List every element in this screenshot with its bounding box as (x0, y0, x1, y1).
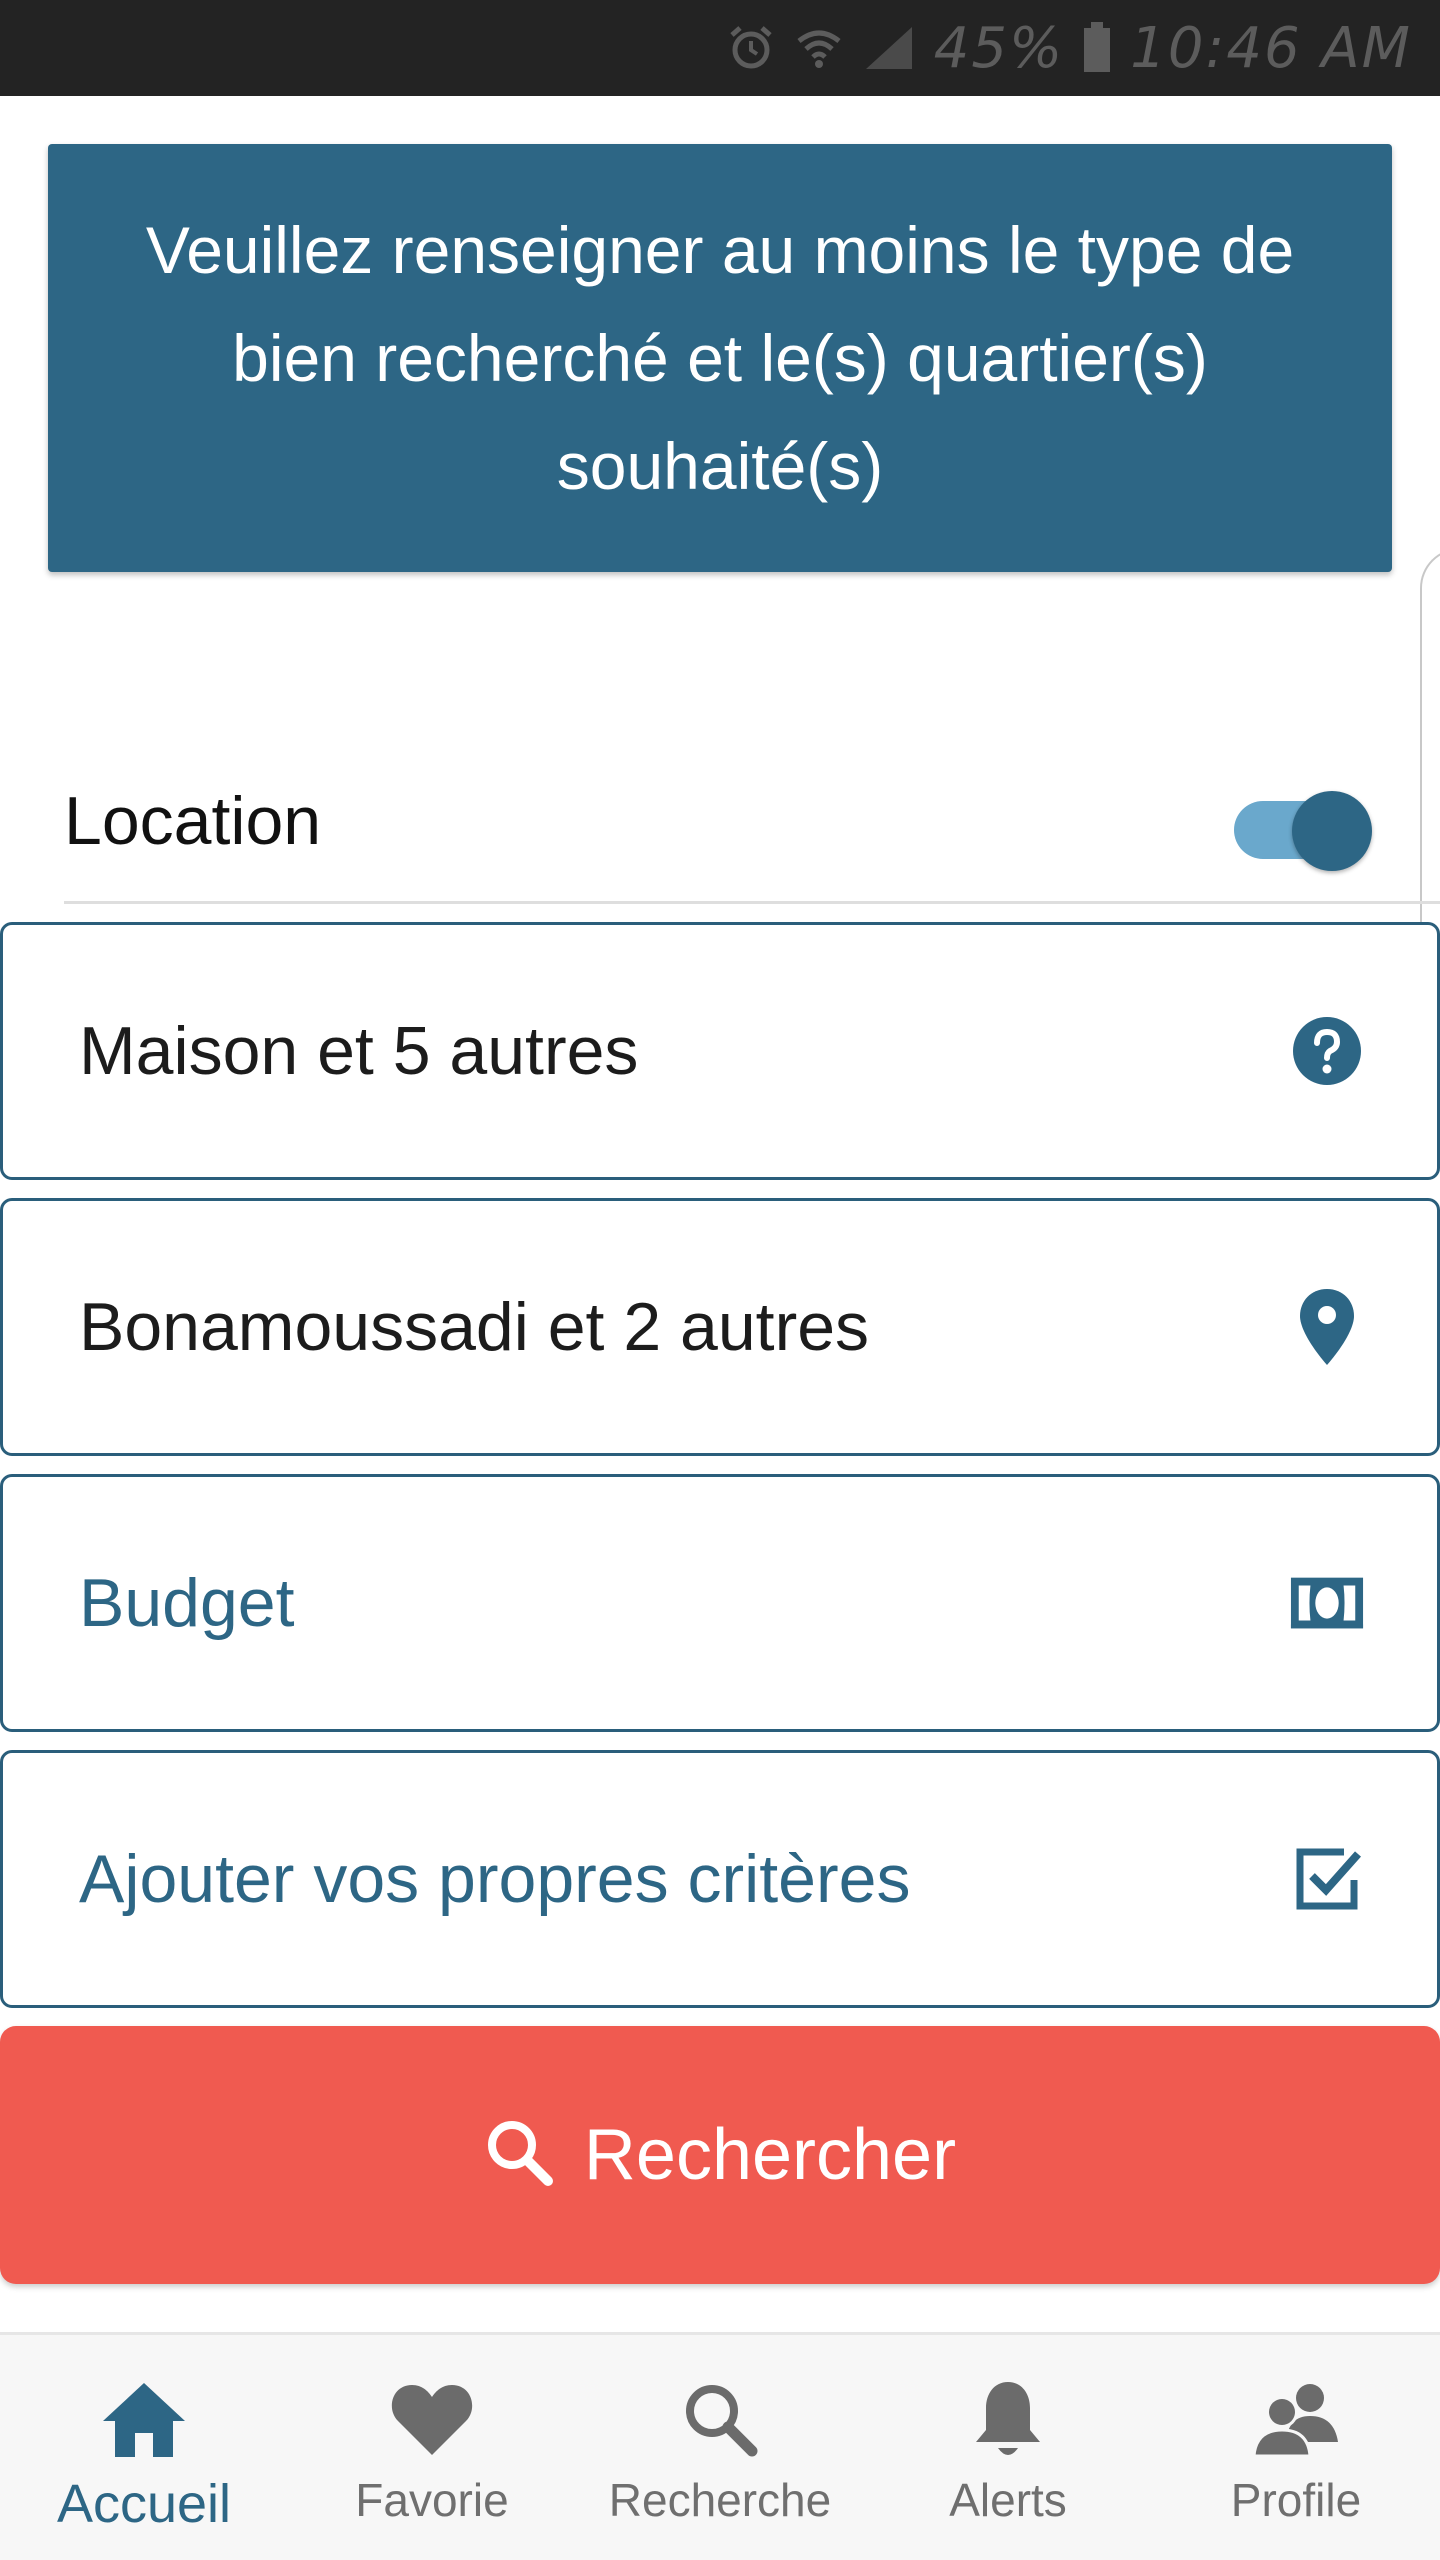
nav-item-profile[interactable]: Profile (1152, 2335, 1440, 2560)
budget-value: Budget (79, 1565, 295, 1641)
custom-criteria-value: Ajouter vos propres critères (79, 1841, 911, 1917)
nav-item-alerts[interactable]: Alerts (864, 2335, 1152, 2560)
signal-icon (862, 23, 916, 73)
search-button-label: Rechercher (583, 2115, 957, 2195)
nav-label-recherche: Recherche (608, 2474, 832, 2526)
bell-icon (972, 2371, 1044, 2467)
custom-criteria-field[interactable]: Ajouter vos propres critères (0, 1750, 1440, 2008)
status-bar: 45% 10:46 AM (0, 0, 1440, 96)
map-pin-icon (1289, 1289, 1365, 1365)
property-type-field[interactable]: Maison et 5 autres (0, 922, 1440, 1180)
toggle-knob (1292, 790, 1372, 871)
nav-item-recherche[interactable]: Recherche (576, 2335, 864, 2560)
search-button[interactable]: Rechercher (0, 2026, 1440, 2284)
nav-label-favorie: Favorie (355, 2474, 509, 2526)
search-icon (484, 2117, 556, 2194)
banner-message: Veuillez renseigner au moins le type de … (145, 213, 1295, 503)
checkbox-checked-icon (1289, 1841, 1365, 1917)
budget-field[interactable]: Budget (0, 1474, 1440, 1732)
search-icon (680, 2371, 760, 2467)
home-icon (101, 2371, 187, 2467)
question-circle-icon (1289, 1013, 1365, 1089)
nav-label-accueil: Accueil (56, 2474, 232, 2534)
neighborhood-field[interactable]: Bonamoussadi et 2 autres (0, 1198, 1440, 1456)
alarm-icon (726, 23, 776, 73)
property-type-value: Maison et 5 autres (79, 1013, 639, 1089)
bottom-navigation: Accueil Favorie Recherche Alerts Profile (0, 2332, 1440, 2560)
clock: 10:46 AM (1130, 15, 1412, 81)
money-bill-icon (1289, 1565, 1365, 1641)
nav-item-favorie[interactable]: Favorie (288, 2335, 576, 2560)
nav-label-alerts: Alerts (949, 2474, 1067, 2526)
battery-percent: 45% (933, 15, 1065, 81)
heart-icon (390, 2371, 474, 2467)
neighborhood-value: Bonamoussadi et 2 autres (79, 1289, 870, 1365)
users-icon (1250, 2371, 1342, 2467)
location-toggle[interactable] (1230, 779, 1378, 871)
info-banner: Veuillez renseigner au moins le type de … (48, 144, 1392, 572)
location-label: Location (64, 782, 322, 859)
nav-label-profile: Profile (1230, 2474, 1362, 2526)
location-toggle-row: Location (64, 740, 1440, 904)
wifi-icon (794, 23, 844, 73)
battery-icon (1082, 22, 1112, 74)
nav-item-accueil[interactable]: Accueil (0, 2335, 288, 2560)
